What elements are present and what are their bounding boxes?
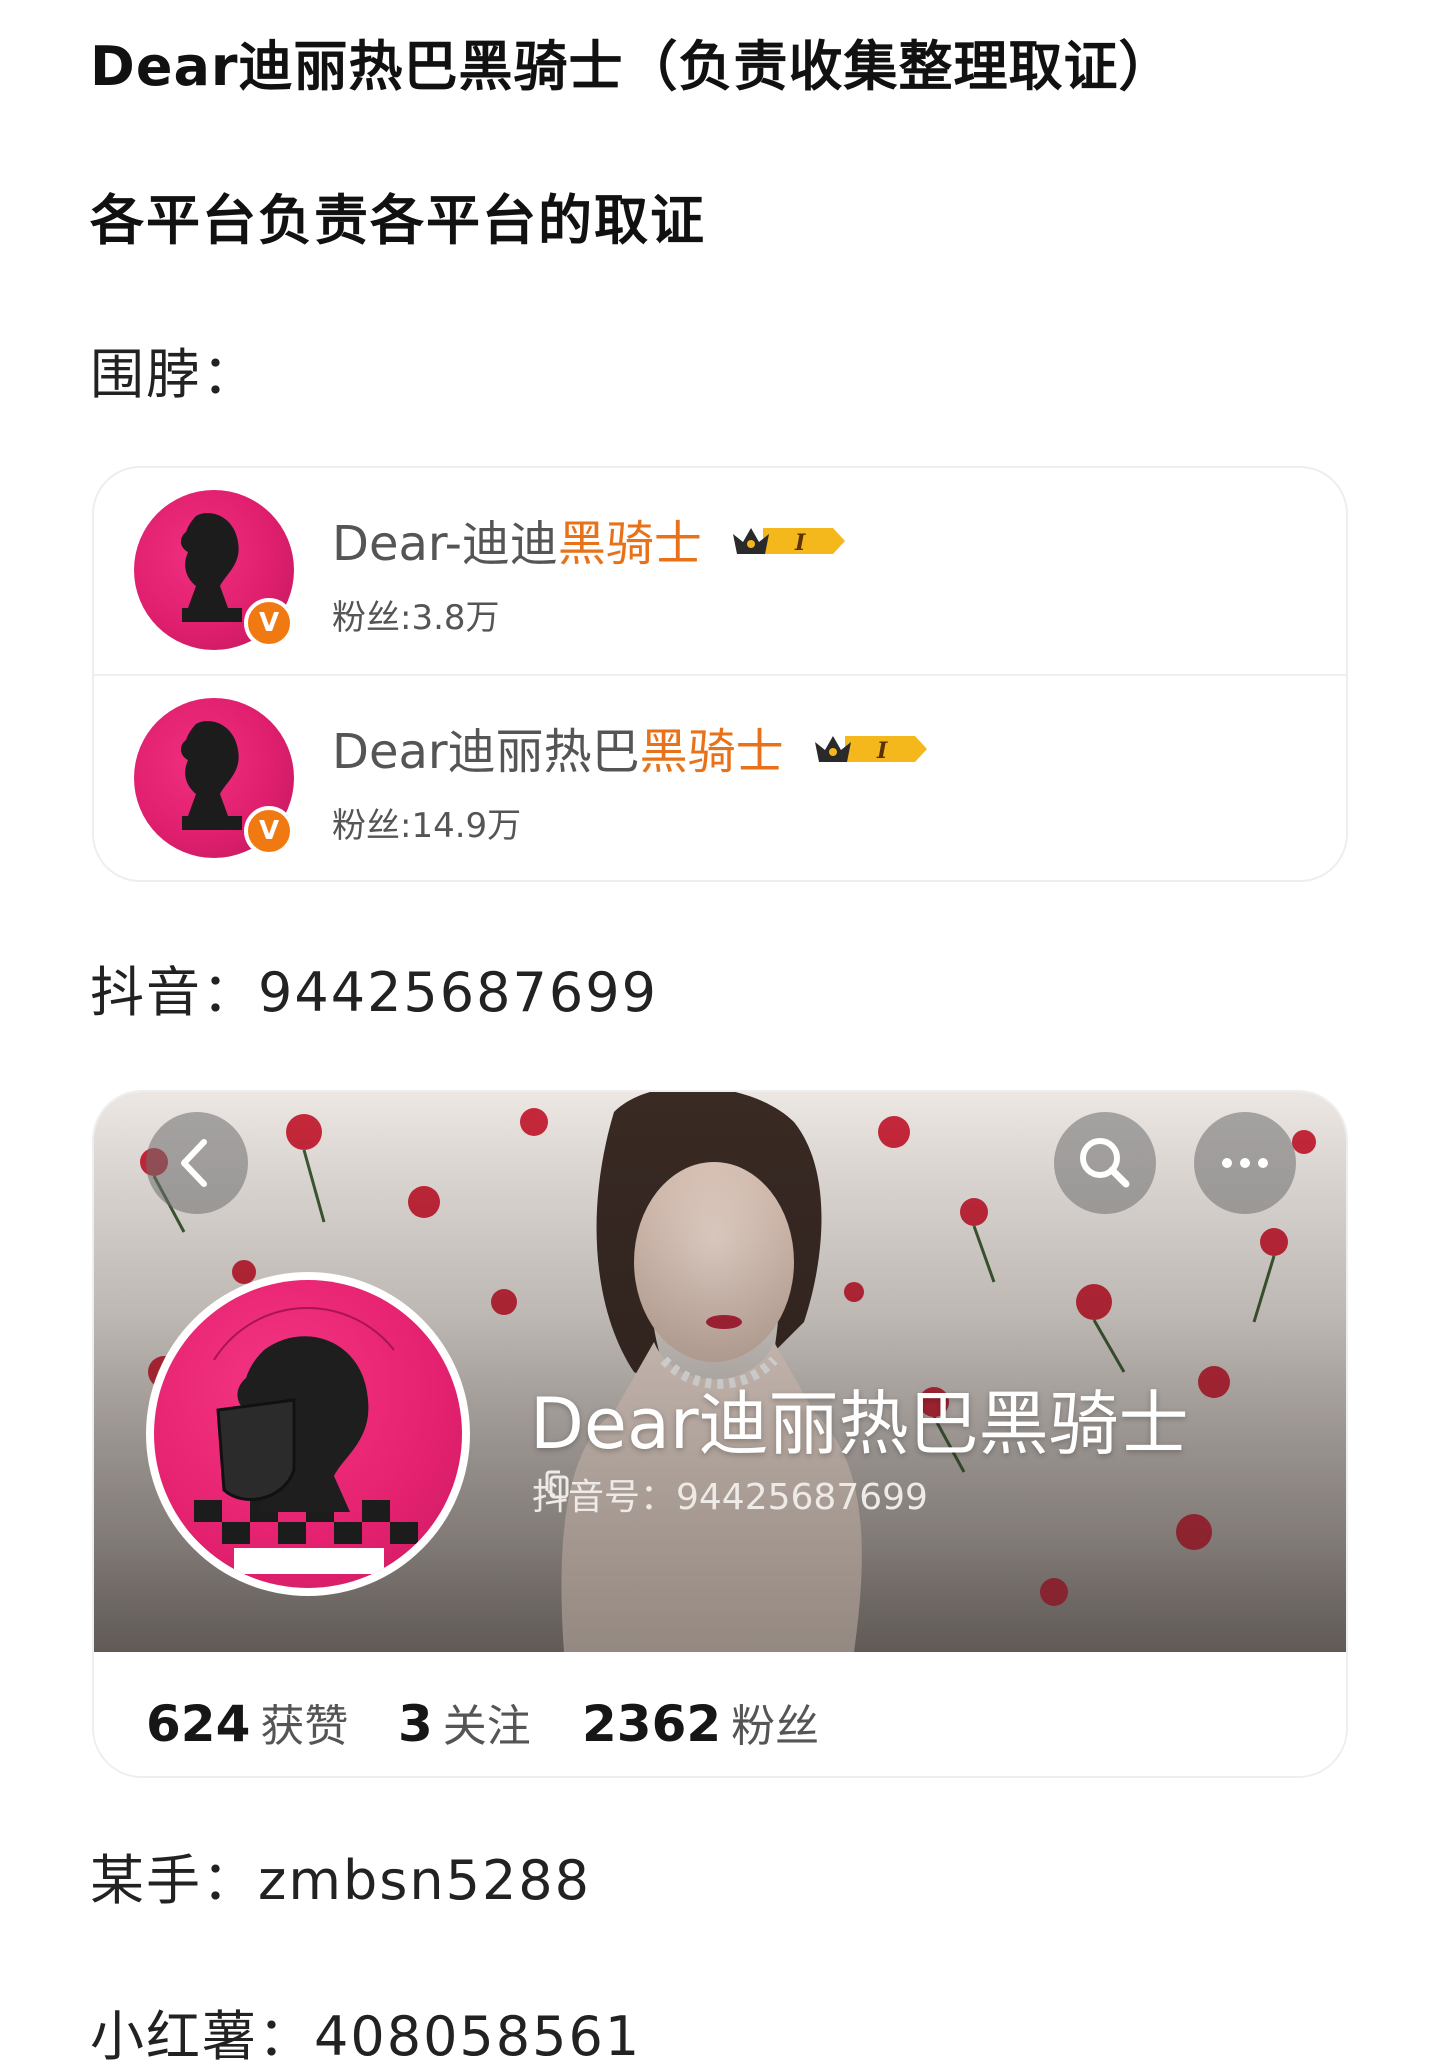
likes-count: 624: [146, 1695, 251, 1753]
weibo-account-row[interactable]: V Dear-迪迪黑骑士 I 粉丝:3.8万: [94, 468, 1346, 673]
weibo-fans-count: 粉丝:14.9万: [332, 806, 522, 846]
crown-level-icon: I: [733, 528, 846, 556]
verified-icon: V: [244, 806, 294, 856]
more-icon: [1222, 1158, 1268, 1168]
account-name-highlight: 黑骑士: [639, 724, 784, 780]
verified-icon: V: [244, 598, 294, 648]
account-name-prefix: Dear迪丽热巴: [332, 724, 640, 780]
fans-label: 粉丝: [731, 1701, 820, 1752]
weibo-account-row[interactable]: V Dear迪丽热巴黑骑士 I 粉丝:14.9万: [94, 674, 1346, 880]
profile-id-line: 抖音号：94425687699: [532, 1468, 928, 1520]
svg-text:I: I: [876, 738, 888, 764]
black-knight-logo: [194, 1306, 418, 1574]
search-icon: [1080, 1138, 1130, 1188]
back-icon: [181, 1139, 207, 1187]
weibo-account-name[interactable]: Dear迪丽热巴黑骑士 I: [332, 712, 929, 782]
page-subtitle: 各平台负责各平台的取证: [90, 189, 706, 252]
following-label: 关注: [442, 1701, 531, 1752]
weibo-section-label: 围脖：: [90, 343, 258, 406]
profile-stats-bar: 624 获赞 3 关注 2362 粉丝: [94, 1652, 1346, 1776]
weibo-account-name[interactable]: Dear-迪迪黑骑士 I: [332, 504, 847, 574]
douyin-profile-card: Dear迪丽热巴黑骑士 抖音号：94425687699 624 获赞 3 关注 23…: [92, 1090, 1348, 1778]
knight-icon: [180, 513, 242, 622]
kuaishou-section-label: 某手：zmbsn5288: [90, 1849, 592, 1912]
copy-icon[interactable]: [542, 1468, 572, 1502]
search-button[interactable]: [1054, 1112, 1156, 1214]
fans-count: 2362: [582, 1695, 722, 1753]
douyin-section-label: 抖音：94425687699: [90, 961, 658, 1024]
account-name-prefix: Dear-迪迪: [332, 516, 558, 572]
likes-stat[interactable]: 624 获赞: [146, 1690, 348, 1754]
profile-cover-image: Dear迪丽热巴黑骑士 抖音号：94425687699: [94, 1092, 1346, 1652]
back-button[interactable]: [146, 1112, 248, 1214]
more-button[interactable]: [1194, 1112, 1296, 1214]
profile-id-text: 抖音号：94425687699: [532, 1477, 928, 1518]
xiaohongshu-section-label: 小红薯：408058561: [90, 2005, 642, 2068]
following-count: 3: [398, 1695, 433, 1753]
profile-name: Dear迪丽热巴黑骑士: [530, 1383, 1189, 1465]
fans-stat[interactable]: 2362 粉丝: [582, 1690, 819, 1754]
following-stat[interactable]: 3 关注: [398, 1690, 531, 1754]
avatar-image: [154, 1280, 462, 1588]
page-title: Dear迪丽热巴黑骑士（负责收集整理取证）: [90, 35, 1174, 98]
crown-level-icon: I: [814, 736, 927, 764]
knight-icon: [180, 721, 242, 830]
weibo-fans-count: 粉丝:3.8万: [332, 598, 500, 638]
weibo-account-card: V Dear-迪迪黑骑士 I 粉丝:3.8万 V Dear迪丽热巴黑骑士 I 粉…: [92, 466, 1348, 882]
account-name-highlight: 黑骑士: [557, 516, 702, 572]
svg-text:I: I: [794, 530, 806, 556]
likes-label: 获赞: [260, 1701, 349, 1752]
avatar[interactable]: [146, 1272, 470, 1596]
